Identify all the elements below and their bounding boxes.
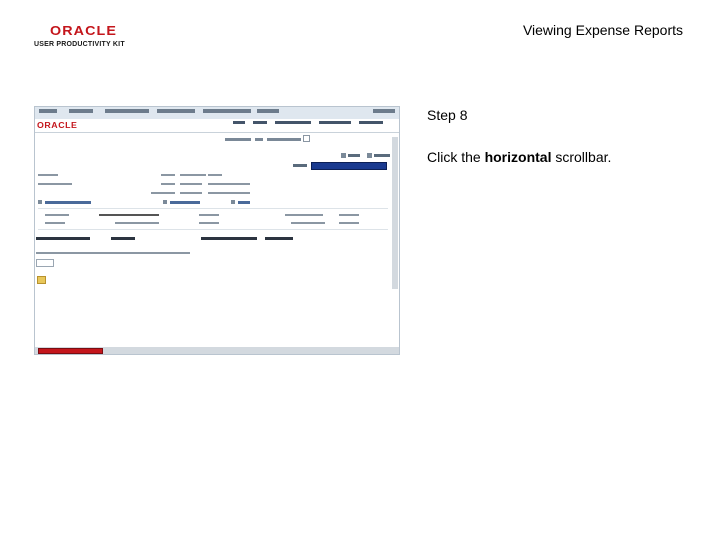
new-window-link[interactable] (225, 138, 251, 141)
instruction-prefix: Click the (427, 149, 485, 165)
limit-input[interactable] (36, 259, 54, 267)
print-link[interactable] (348, 154, 360, 157)
breadcrumb-item (257, 109, 279, 113)
signout-link[interactable] (373, 109, 395, 113)
http-icon[interactable] (303, 135, 310, 142)
notify-link[interactable] (374, 154, 390, 157)
report-id-value (180, 174, 206, 176)
navigator-link[interactable] (275, 121, 311, 124)
last-updated-date-value (180, 192, 202, 194)
application-screenshot: ORACLE (34, 106, 400, 355)
help-link[interactable] (255, 138, 263, 141)
status-label (38, 174, 58, 176)
non-reimbursable-value (199, 214, 219, 216)
supplier-credits-label (291, 222, 325, 224)
amount-value (45, 214, 69, 216)
last-updated-by-value (208, 192, 250, 194)
prepaid-label (285, 214, 323, 216)
home-icon[interactable] (231, 200, 235, 204)
non-reimbursable-label (99, 214, 159, 216)
add-favorites-link[interactable] (319, 121, 351, 124)
amount-value-2 (45, 222, 65, 224)
oracle-upk-logo: ORACLE USER PRODUCTIVITY KIT (34, 24, 129, 48)
sign-out-link[interactable] (359, 121, 383, 124)
home-link[interactable] (233, 121, 245, 124)
view-analytics-icon[interactable] (163, 200, 167, 204)
breadcrumb-bar (35, 107, 399, 119)
supplier-credits-value (339, 222, 359, 224)
limit-note-text (36, 252, 190, 254)
breadcrumb-item (69, 109, 93, 113)
worklist-link[interactable] (253, 121, 267, 124)
view-analytics-link[interactable] (170, 201, 200, 204)
document-title: Viewing Expense Reports (522, 22, 683, 38)
report-status-value (208, 174, 222, 176)
prepaid-value (339, 214, 359, 216)
breadcrumb-item (105, 109, 149, 113)
print-icon[interactable] (341, 153, 346, 158)
horizontal-scrollbar[interactable] (35, 347, 399, 354)
screenshot-oracle-logo: ORACLE (37, 121, 78, 130)
instruction-emphasis: horizontal (484, 149, 552, 165)
instruction-suffix: scrollbar. (551, 149, 612, 165)
created-date-value (180, 183, 202, 185)
prepaid-expenses-value (199, 222, 219, 224)
created-by-value (208, 183, 250, 185)
actions-dropdown[interactable] (311, 162, 387, 170)
breadcrumb-item (157, 109, 195, 113)
vertical-scrollbar[interactable] (392, 137, 398, 289)
instruction-text: Click the horizontal scrollbar. (427, 149, 611, 165)
section-divider (38, 208, 388, 209)
view-printable-version-link[interactable] (45, 201, 91, 204)
report-label (161, 174, 175, 176)
upk-logo-subtitle: USER PRODUCTIVITY KIT (34, 41, 125, 48)
horizontal-scrollbar-highlight[interactable] (38, 348, 103, 354)
due-to-employee-label (36, 237, 90, 240)
last-updated-label (151, 192, 175, 194)
view-printable-icon[interactable] (38, 200, 42, 204)
status-value (38, 183, 72, 185)
totals-divider (38, 229, 388, 230)
prepaid-expenses-label (115, 222, 159, 224)
oracle-logo-text: ORACLE (50, 23, 117, 38)
home-link-2[interactable] (238, 201, 250, 204)
personalize-page-link[interactable] (267, 138, 301, 141)
due-to-supplier-label (201, 237, 257, 240)
actions-label (293, 164, 307, 167)
breadcrumb-item (203, 109, 251, 113)
due-to-supplier-value (265, 237, 293, 240)
breadcrumb-item (39, 109, 57, 113)
step-label: Step 8 (427, 107, 468, 123)
notify-icon[interactable] (367, 153, 372, 158)
due-to-employee-value (111, 237, 135, 240)
folder-icon[interactable] (37, 276, 46, 284)
header-divider (35, 132, 399, 133)
created-label (161, 183, 175, 185)
